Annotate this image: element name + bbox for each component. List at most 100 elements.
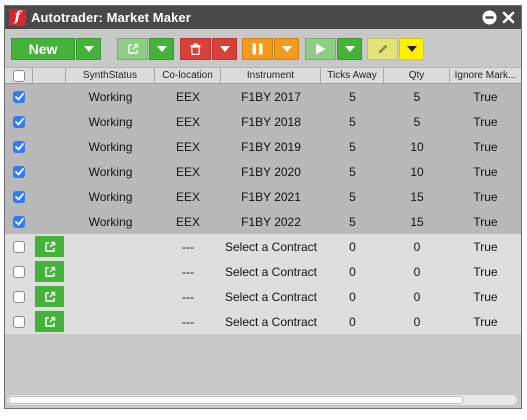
open-contract-button[interactable] — [35, 311, 64, 332]
open-contract-button[interactable] — [35, 236, 64, 257]
cell-ignore-market[interactable]: True — [450, 259, 521, 284]
row-select-cell[interactable] — [5, 84, 33, 109]
cell-ticks-away[interactable]: 5 — [321, 184, 384, 209]
row-select-cell[interactable] — [5, 284, 33, 309]
row-select-cell[interactable] — [5, 159, 33, 184]
cell-ignore-market[interactable]: True — [450, 234, 521, 259]
table-row[interactable]: --- Select a Contract 0 0 True — [5, 284, 521, 309]
cell-qty[interactable]: 5 — [384, 109, 450, 134]
cell-ticks-away[interactable]: 5 — [321, 134, 384, 159]
cell-ticks-away[interactable]: 5 — [321, 159, 384, 184]
scrollbar-thumb[interactable] — [8, 396, 464, 404]
cell-instrument[interactable]: F1BY 2019 — [221, 134, 321, 159]
row-select-cell[interactable] — [5, 184, 33, 209]
cell-ticks-away[interactable]: 5 — [321, 209, 384, 234]
horizontal-scrollbar[interactable] — [7, 395, 517, 405]
cell-ignore-market[interactable]: True — [450, 134, 521, 159]
cell-ticks-away[interactable]: 0 — [321, 259, 384, 284]
row-checkbox-checked[interactable] — [13, 115, 25, 128]
cell-qty[interactable]: 10 — [384, 134, 450, 159]
cell-ignore-market[interactable]: True — [450, 159, 521, 184]
cell-qty[interactable]: 0 — [384, 309, 450, 334]
cell-qty[interactable]: 0 — [384, 234, 450, 259]
export-button[interactable] — [117, 38, 148, 60]
cell-instrument[interactable]: F1BY 2022 — [221, 209, 321, 234]
table-row[interactable]: Working EEX F1BY 2021 5 15 True — [5, 184, 521, 209]
row-select-cell[interactable] — [5, 309, 33, 334]
pause-dropdown-button[interactable] — [274, 38, 299, 60]
open-contract-button[interactable] — [35, 286, 64, 307]
select-all-checkbox[interactable] — [12, 69, 25, 82]
edit-button[interactable] — [367, 38, 398, 60]
new-button[interactable]: New — [11, 38, 75, 60]
row-checkbox-checked[interactable] — [13, 165, 25, 178]
cell-qty[interactable]: 10 — [384, 159, 450, 184]
table-row[interactable]: Working EEX F1BY 2022 5 15 True — [5, 209, 521, 234]
export-dropdown-button[interactable] — [149, 38, 174, 60]
cell-ticks-away[interactable]: 0 — [321, 309, 384, 334]
cell-ignore-market[interactable]: True — [450, 184, 521, 209]
row-checkbox-checked[interactable] — [13, 90, 25, 103]
row-checkbox[interactable] — [13, 265, 25, 278]
cell-qty[interactable]: 15 — [384, 184, 450, 209]
cell-instrument[interactable]: Select a Contract — [221, 259, 321, 284]
pause-button[interactable] — [242, 38, 273, 60]
table-row[interactable]: Working EEX F1BY 2017 5 5 True — [5, 84, 521, 109]
table-row[interactable]: Working EEX F1BY 2019 5 10 True — [5, 134, 521, 159]
start-button[interactable] — [305, 38, 336, 60]
row-select-cell[interactable] — [5, 234, 33, 259]
cell-ignore-market[interactable]: True — [450, 284, 521, 309]
cell-instrument[interactable]: F1BY 2021 — [221, 184, 321, 209]
cell-instrument[interactable]: Select a Contract — [221, 234, 321, 259]
table-row[interactable]: --- Select a Contract 0 0 True — [5, 259, 521, 284]
cell-ignore-market[interactable]: True — [450, 109, 521, 134]
delete-button[interactable] — [180, 38, 211, 60]
row-checkbox[interactable] — [13, 290, 25, 303]
row-checkbox[interactable] — [13, 315, 25, 328]
cell-qty[interactable]: 5 — [384, 84, 450, 109]
row-select-cell[interactable] — [5, 109, 33, 134]
table-row[interactable]: --- Select a Contract 0 0 True — [5, 234, 521, 259]
title-bar[interactable]: f Autotrader: Market Maker — [5, 6, 521, 29]
open-contract-button[interactable] — [35, 261, 64, 282]
row-checkbox-checked[interactable] — [13, 140, 25, 153]
start-dropdown-button[interactable] — [337, 38, 362, 60]
table-row[interactable]: Working EEX F1BY 2020 5 10 True — [5, 159, 521, 184]
cell-ticks-away[interactable]: 5 — [321, 84, 384, 109]
delete-dropdown-button[interactable] — [212, 38, 237, 60]
cell-ignore-market[interactable]: True — [450, 209, 521, 234]
column-header-link[interactable] — [33, 68, 66, 83]
cell-instrument[interactable]: Select a Contract — [221, 309, 321, 334]
edit-dropdown-button[interactable] — [399, 38, 424, 60]
cell-ticks-away[interactable]: 0 — [321, 284, 384, 309]
column-header-ticks-away[interactable]: Ticks Away — [321, 68, 384, 83]
row-checkbox-checked[interactable] — [13, 190, 25, 203]
minimize-icon[interactable] — [482, 10, 497, 25]
row-checkbox[interactable] — [13, 240, 25, 253]
cell-instrument[interactable]: F1BY 2020 — [221, 159, 321, 184]
cell-ticks-away[interactable]: 0 — [321, 234, 384, 259]
column-header-instrument[interactable]: Instrument — [221, 68, 321, 83]
select-all-header[interactable] — [5, 68, 33, 83]
column-header-synthstatus[interactable]: SynthStatus — [66, 68, 155, 83]
column-header-colocation[interactable]: Co-location — [155, 68, 221, 83]
table-row[interactable]: --- Select a Contract 0 0 True — [5, 309, 521, 334]
row-select-cell[interactable] — [5, 209, 33, 234]
cell-ignore-market[interactable]: True — [450, 84, 521, 109]
close-icon[interactable] — [501, 10, 516, 25]
cell-instrument[interactable]: Select a Contract — [221, 284, 321, 309]
row-select-cell[interactable] — [5, 134, 33, 159]
cell-qty[interactable]: 0 — [384, 259, 450, 284]
row-select-cell[interactable] — [5, 259, 33, 284]
cell-instrument[interactable]: F1BY 2018 — [221, 109, 321, 134]
column-header-ignore-market[interactable]: Ignore Mark... — [450, 68, 521, 83]
cell-qty[interactable]: 15 — [384, 209, 450, 234]
cell-ignore-market[interactable]: True — [450, 309, 521, 334]
new-dropdown-button[interactable] — [76, 38, 101, 60]
cell-instrument[interactable]: F1BY 2017 — [221, 84, 321, 109]
table-row[interactable]: Working EEX F1BY 2018 5 5 True — [5, 109, 521, 134]
column-header-qty[interactable]: Qty — [384, 68, 450, 83]
cell-ticks-away[interactable]: 5 — [321, 109, 384, 134]
row-checkbox-checked[interactable] — [13, 215, 25, 228]
cell-qty[interactable]: 0 — [384, 284, 450, 309]
